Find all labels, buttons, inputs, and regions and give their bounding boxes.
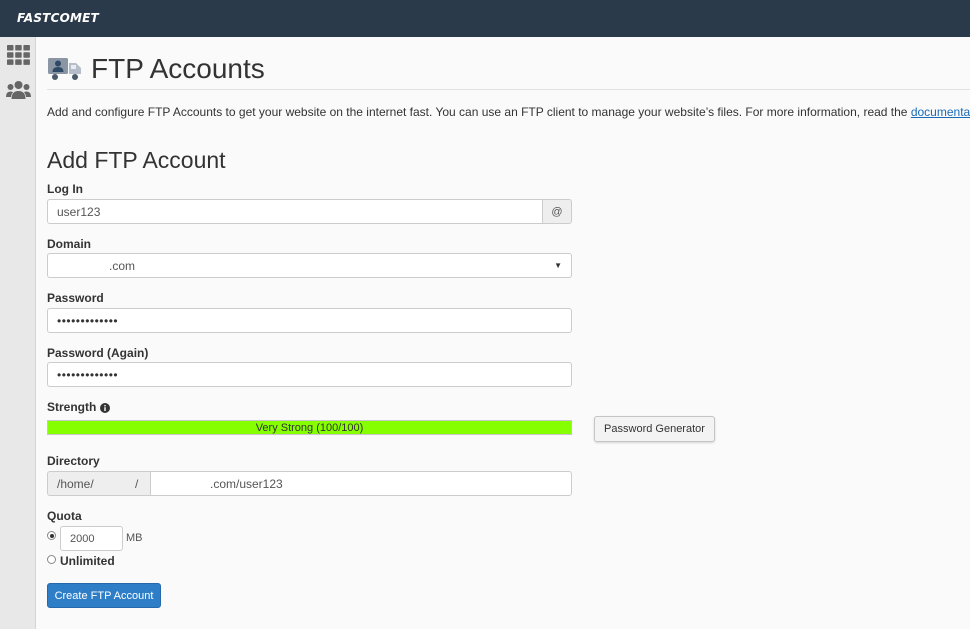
quota-limited-radio[interactable] xyxy=(47,531,56,540)
password-again-field[interactable]: ••••••••••••• xyxy=(47,362,572,387)
ftp-truck-icon xyxy=(47,56,83,82)
domain-value: .com xyxy=(109,258,136,273)
sidebar xyxy=(0,37,36,629)
domain-select[interactable]: .com ▼ xyxy=(47,253,572,278)
at-sign-addon: @ xyxy=(542,199,572,224)
grid-icon[interactable] xyxy=(6,44,31,66)
unlimited-label[interactable]: Unlimited xyxy=(60,554,115,568)
quota-label: Quota xyxy=(47,509,82,523)
password-label: Password xyxy=(47,291,104,305)
login-input[interactable]: user123 xyxy=(47,199,543,224)
strength-label: Strength xyxy=(47,400,97,414)
add-ftp-account-heading: Add FTP Account xyxy=(47,147,226,173)
quota-unlimited-radio[interactable] xyxy=(47,555,56,564)
main-content: FTP Accounts Add and configure FTP Accou… xyxy=(36,37,970,629)
directory-label: Directory xyxy=(47,454,100,468)
description-text: Add and configure FTP Accounts to get yo… xyxy=(47,105,911,119)
login-group: user123 @ xyxy=(47,199,572,224)
password-field[interactable]: ••••••••••••• xyxy=(47,308,572,333)
directory-separator: / xyxy=(135,477,139,491)
strength-label-row: Strength xyxy=(47,400,111,414)
strength-text: Very Strong (100/100) xyxy=(255,421,364,434)
password-again-value: ••••••••••••• xyxy=(57,367,119,382)
info-icon[interactable] xyxy=(100,402,111,413)
password-again-label: Password (Again) xyxy=(47,346,149,360)
directory-group: /home/ / .com/user123 xyxy=(47,471,572,496)
top-bar: FASTCOMET xyxy=(0,0,970,37)
page-header: FTP Accounts xyxy=(47,52,265,86)
users-icon[interactable] xyxy=(6,80,31,100)
documentation-link[interactable]: documentation xyxy=(911,105,970,119)
title-divider xyxy=(47,89,970,90)
page-title: FTP Accounts xyxy=(91,53,265,84)
password-generator-button[interactable]: Password Generator xyxy=(594,416,715,442)
directory-input[interactable]: .com/user123 xyxy=(150,471,572,496)
create-ftp-account-button[interactable]: Create FTP Account xyxy=(47,583,161,608)
login-label: Log In xyxy=(47,182,83,196)
strength-meter: Very Strong (100/100) xyxy=(47,420,572,435)
quota-unit: MB xyxy=(126,532,143,544)
caret-down-icon: ▼ xyxy=(554,261,562,270)
fastcomet-logo[interactable]: FASTCOMET xyxy=(17,11,99,25)
page-description: Add and configure FTP Accounts to get yo… xyxy=(47,105,970,119)
password-value: ••••••••••••• xyxy=(57,313,119,328)
domain-label: Domain xyxy=(47,237,92,251)
quota-input[interactable]: 2000 xyxy=(60,526,123,551)
